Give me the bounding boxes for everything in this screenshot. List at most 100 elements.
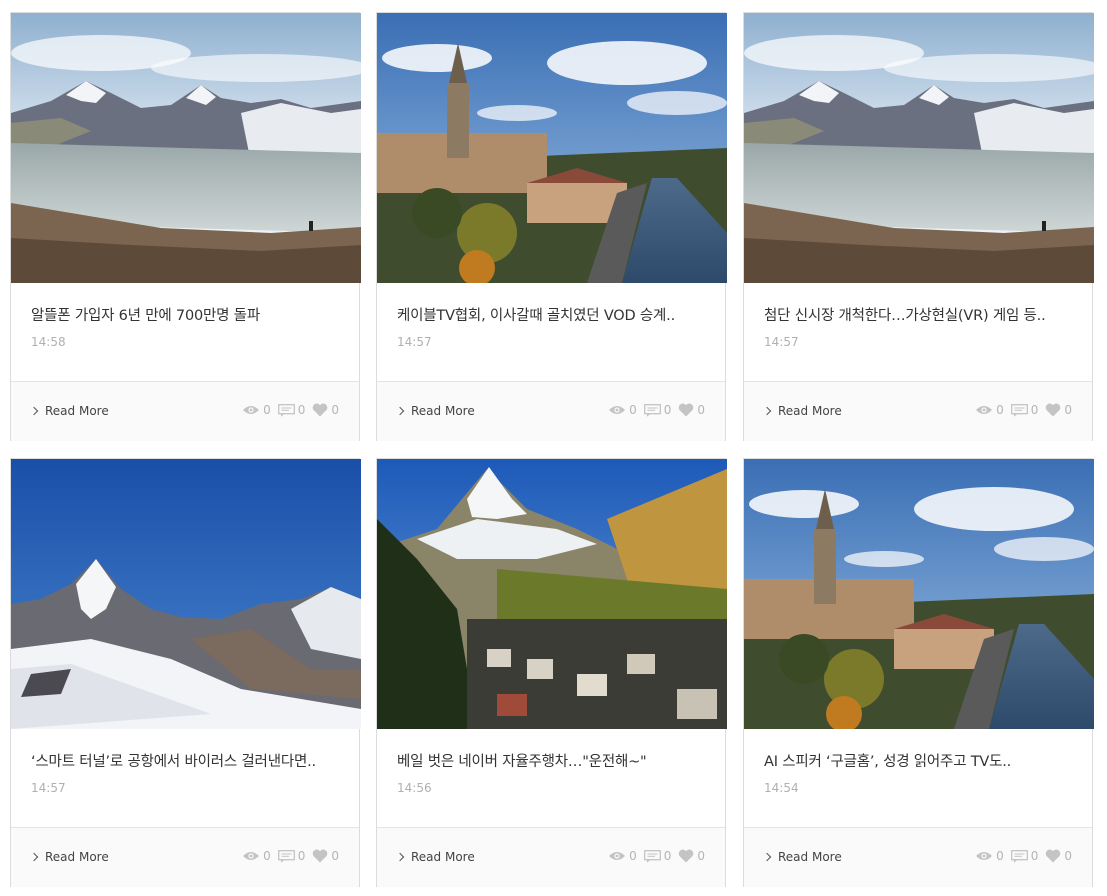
post-card[interactable]: 첨단 신시장 개척한다…가상현실(VR) 게임 등.. 14:57 Read M…: [743, 12, 1094, 441]
post-stats: 0 0 0: [242, 849, 339, 863]
comment-icon: [277, 403, 295, 417]
thumbnail-image: [744, 13, 1094, 283]
likes-stat[interactable]: 0: [678, 403, 705, 417]
post-stats: 0 0 0: [608, 849, 705, 863]
read-more-link[interactable]: Read More: [29, 850, 109, 864]
post-time: 14:56: [397, 781, 432, 795]
post-time: 14:57: [31, 781, 66, 795]
read-more-label: Read More: [778, 850, 842, 864]
read-more-label: Read More: [411, 404, 475, 418]
views-count: 0: [263, 403, 271, 417]
read-more-label: Read More: [411, 850, 475, 864]
post-footer: Read More 0 0 0: [11, 381, 359, 441]
likes-count: 0: [1064, 403, 1072, 417]
post-title[interactable]: ‘스마트 터널’로 공항에서 바이러스 걸러낸다면..: [31, 750, 341, 771]
read-more-link[interactable]: Read More: [29, 404, 109, 418]
post-stats: 0 0 0: [975, 403, 1072, 417]
eye-icon: [975, 404, 993, 416]
post-stats: 0 0 0: [975, 849, 1072, 863]
heart-icon: [1045, 403, 1061, 417]
post-stats: 0 0 0: [242, 403, 339, 417]
post-thumbnail[interactable]: [11, 13, 361, 283]
chevron-right-icon: [29, 852, 39, 862]
eye-icon: [608, 404, 626, 416]
post-thumbnail[interactable]: [377, 459, 727, 729]
comment-icon: [277, 849, 295, 863]
eye-icon: [242, 850, 260, 862]
post-card[interactable]: 케이블TV협회, 이사갈때 골치였던 VOD 승계.. 14:57 Read M…: [376, 12, 727, 441]
views-count: 0: [263, 849, 271, 863]
likes-count: 0: [1064, 849, 1072, 863]
thumbnail-image: [11, 13, 361, 283]
comments-stat[interactable]: 0: [277, 849, 306, 863]
views-stat: 0: [242, 849, 271, 863]
comment-icon: [643, 403, 661, 417]
post-card[interactable]: ‘스마트 터널’로 공항에서 바이러스 걸러낸다면.. 14:57 Read M…: [10, 458, 361, 887]
post-title[interactable]: AI 스피커 ‘구글홈’, 성경 읽어주고 TV도..: [764, 750, 1074, 771]
views-count: 0: [996, 403, 1004, 417]
heart-icon: [312, 849, 328, 863]
thumbnail-image: [377, 13, 727, 283]
post-footer: Read More 0 0 0: [377, 381, 725, 441]
post-thumbnail[interactable]: [377, 13, 727, 283]
heart-icon: [678, 849, 694, 863]
likes-count: 0: [697, 849, 705, 863]
post-footer: Read More 0 0 0: [744, 827, 1092, 887]
read-more-label: Read More: [778, 404, 842, 418]
views-stat: 0: [242, 403, 271, 417]
post-time: 14:57: [764, 335, 799, 349]
post-title[interactable]: 첨단 신시장 개척한다…가상현실(VR) 게임 등..: [764, 304, 1074, 325]
comment-icon: [643, 849, 661, 863]
thumbnail-image: [744, 459, 1094, 729]
views-stat: 0: [975, 403, 1004, 417]
read-more-link[interactable]: Read More: [762, 850, 842, 864]
post-title[interactable]: 알뜰폰 가입자 6년 만에 700만명 돌파: [31, 304, 341, 325]
post-card[interactable]: 알뜰폰 가입자 6년 만에 700만명 돌파 14:58 Read More 0…: [10, 12, 361, 441]
views-count: 0: [996, 849, 1004, 863]
post-footer: Read More 0 0 0: [11, 827, 359, 887]
comments-count: 0: [663, 403, 672, 417]
read-more-label: Read More: [45, 850, 109, 864]
comments-stat[interactable]: 0: [277, 403, 305, 417]
comments-stat[interactable]: 0: [643, 849, 672, 863]
comments-count: 0: [1030, 849, 1039, 863]
read-more-link[interactable]: Read More: [395, 850, 475, 864]
post-card[interactable]: AI 스피커 ‘구글홈’, 성경 읽어주고 TV도.. 14:54 Read M…: [743, 458, 1094, 887]
post-stats: 0 0 0: [608, 403, 705, 417]
post-footer: Read More 0 0 0: [377, 827, 725, 887]
views-stat: 0: [608, 849, 637, 863]
comments-count: 0: [297, 849, 306, 863]
post-card[interactable]: 베일 벗은 네이버 자율주행차…"운전해~" 14:56 Read More 0…: [376, 458, 727, 887]
read-more-link[interactable]: Read More: [762, 404, 842, 418]
likes-stat[interactable]: 0: [312, 849, 339, 863]
read-more-label: Read More: [45, 404, 109, 418]
comments-count: 0: [663, 849, 672, 863]
comments-stat[interactable]: 0: [1010, 849, 1039, 863]
likes-stat[interactable]: 0: [678, 849, 705, 863]
likes-stat[interactable]: 0: [312, 403, 339, 417]
eye-icon: [975, 850, 993, 862]
likes-count: 0: [331, 403, 339, 417]
post-footer: Read More 0 0 0: [744, 381, 1092, 441]
post-time: 14:58: [31, 335, 66, 349]
eye-icon: [242, 404, 260, 416]
post-grid: 알뜰폰 가입자 6년 만에 700만명 돌파 14:58 Read More 0…: [0, 0, 1107, 896]
eye-icon: [608, 850, 626, 862]
likes-stat[interactable]: 0: [1045, 403, 1072, 417]
chevron-right-icon: [395, 852, 405, 862]
post-thumbnail[interactable]: [744, 13, 1094, 283]
post-title[interactable]: 케이블TV협회, 이사갈때 골치였던 VOD 승계..: [397, 304, 707, 325]
likes-count: 0: [697, 403, 705, 417]
likes-stat[interactable]: 0: [1045, 849, 1072, 863]
post-thumbnail[interactable]: [744, 459, 1094, 729]
read-more-link[interactable]: Read More: [395, 404, 475, 418]
comments-stat[interactable]: 0: [643, 403, 672, 417]
post-thumbnail[interactable]: [11, 459, 361, 729]
post-title[interactable]: 베일 벗은 네이버 자율주행차…"운전해~": [397, 750, 707, 771]
views-stat: 0: [975, 849, 1004, 863]
thumbnail-image: [377, 459, 727, 729]
comments-stat[interactable]: 0: [1010, 403, 1039, 417]
comments-count: 0: [1030, 403, 1039, 417]
chevron-right-icon: [395, 406, 405, 416]
heart-icon: [678, 403, 694, 417]
